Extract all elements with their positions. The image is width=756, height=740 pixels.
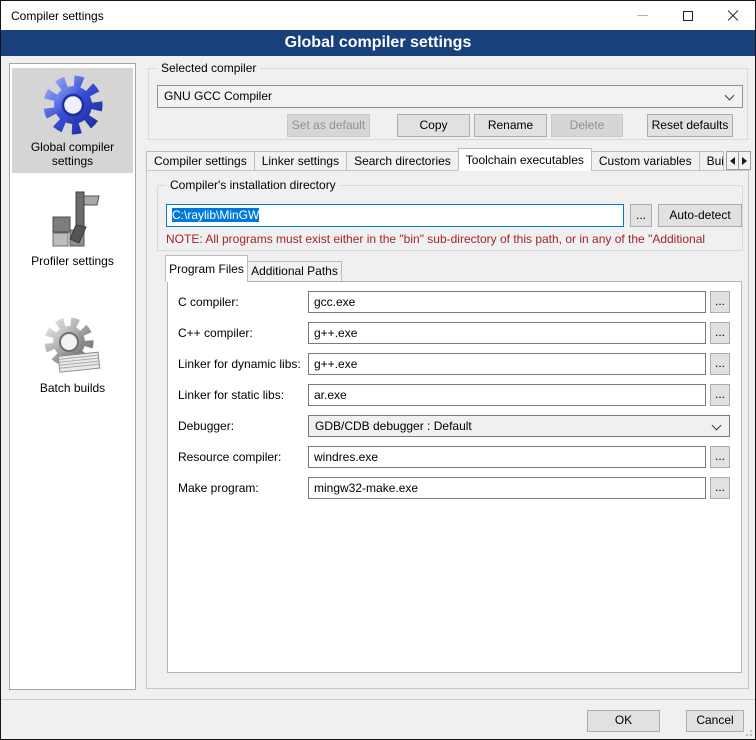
resource-compiler-label: Resource compiler: bbox=[178, 450, 281, 464]
dynamic-linker-browse-button[interactable]: ... bbox=[710, 353, 730, 375]
chevron-down-icon bbox=[725, 91, 735, 101]
gray-gear-stack-icon bbox=[41, 314, 105, 378]
resize-grip[interactable] bbox=[744, 728, 752, 736]
tab-build-options[interactable]: Build bbox=[699, 151, 724, 171]
make-program-input[interactable]: mingw32-make.exe bbox=[308, 477, 706, 499]
subtab-additional-paths[interactable]: Additional Paths bbox=[247, 261, 342, 282]
scroll-right-icon bbox=[742, 157, 747, 165]
tab-compiler-settings[interactable]: Compiler settings bbox=[146, 151, 255, 171]
selected-compiler-dropdown[interactable]: GNU GCC Compiler bbox=[157, 85, 743, 108]
installation-directory-input[interactable]: C:\raylib\MinGW bbox=[166, 204, 624, 227]
tab-custom-variables[interactable]: Custom variables bbox=[591, 151, 700, 171]
debugger-value: GDB/CDB debugger : Default bbox=[315, 419, 472, 433]
dynamic-linker-input[interactable]: g++.exe bbox=[308, 353, 706, 375]
rename-button[interactable]: Rename bbox=[474, 114, 547, 137]
field-value: windres.exe bbox=[314, 450, 378, 464]
field-value: gcc.exe bbox=[314, 295, 355, 309]
titlebar: Compiler settings bbox=[1, 1, 755, 30]
scroll-left-icon bbox=[730, 157, 735, 165]
delete-button[interactable]: Delete bbox=[551, 114, 623, 137]
resource-compiler-input[interactable]: windres.exe bbox=[308, 446, 706, 468]
window-controls bbox=[620, 1, 755, 30]
sidebar-item-batch-builds[interactable]: Batch builds bbox=[12, 309, 133, 400]
caliper-icon bbox=[41, 187, 105, 251]
c-compiler-input[interactable]: gcc.exe bbox=[308, 291, 706, 313]
browse-directory-button[interactable]: ... bbox=[630, 204, 652, 227]
cpp-compiler-input[interactable]: g++.exe bbox=[308, 322, 706, 344]
compiler-settings-dialog: Compiler settings Global compiler settin… bbox=[0, 0, 756, 740]
cpp-compiler-browse-button[interactable]: ... bbox=[710, 322, 730, 344]
maximize-icon bbox=[683, 11, 693, 21]
tab-scroll-arrows bbox=[727, 151, 751, 170]
field-value: ar.exe bbox=[314, 388, 347, 402]
settings-category-sidebar: Global compiler settings Profiler settin… bbox=[9, 63, 136, 690]
group-label: Compiler's installation directory bbox=[166, 178, 340, 193]
field-value: g++.exe bbox=[314, 326, 357, 340]
tab-toolchain-executables[interactable]: Toolchain executables bbox=[458, 148, 592, 171]
debugger-label: Debugger: bbox=[178, 419, 234, 433]
field-value: mingw32-make.exe bbox=[314, 481, 418, 495]
bin-subdirectory-note: NOTE: All programs must exist either in … bbox=[166, 232, 738, 246]
blue-gear-icon bbox=[41, 73, 105, 137]
c-compiler-label: C compiler: bbox=[178, 295, 239, 309]
copy-button[interactable]: Copy bbox=[397, 114, 470, 137]
selected-compiler-value: GNU GCC Compiler bbox=[164, 89, 272, 103]
sidebar-item-label: Global compiler settings bbox=[14, 140, 131, 168]
group-label: Selected compiler bbox=[157, 61, 260, 76]
ok-button[interactable]: OK bbox=[587, 710, 660, 732]
cpp-compiler-label: C++ compiler: bbox=[178, 326, 253, 340]
maximize-button[interactable] bbox=[665, 1, 710, 30]
selected-compiler-group: Selected compiler GNU GCC Compiler Set a… bbox=[148, 68, 748, 140]
tab-scroll-right-button[interactable] bbox=[738, 151, 751, 170]
close-icon bbox=[727, 10, 739, 22]
sidebar-item-label: Batch builds bbox=[14, 381, 131, 395]
sidebar-item-profiler-settings[interactable]: Profiler settings bbox=[12, 182, 133, 273]
minimize-icon bbox=[637, 15, 648, 16]
subtab-program-files[interactable]: Program Files bbox=[165, 255, 248, 282]
installation-directory-group: Compiler's installation directory C:\ray… bbox=[157, 185, 743, 251]
selected-text: C:\raylib\MinGW bbox=[172, 208, 259, 222]
chevron-down-icon bbox=[712, 421, 722, 431]
sidebar-item-global-compiler-settings[interactable]: Global compiler settings bbox=[12, 68, 133, 173]
dynamic-linker-label: Linker for dynamic libs: bbox=[178, 357, 301, 371]
footer-divider bbox=[1, 699, 755, 700]
static-linker-input[interactable]: ar.exe bbox=[308, 384, 706, 406]
tab-search-directories[interactable]: Search directories bbox=[346, 151, 459, 171]
cancel-button[interactable]: Cancel bbox=[686, 710, 744, 732]
field-value: g++.exe bbox=[314, 357, 357, 371]
minimize-button[interactable] bbox=[620, 1, 665, 30]
make-program-label: Make program: bbox=[178, 481, 259, 495]
c-compiler-browse-button[interactable]: ... bbox=[710, 291, 730, 313]
dialog-body: Global compiler settings Profiler settin… bbox=[1, 56, 755, 739]
tab-linker-settings[interactable]: Linker settings bbox=[254, 151, 347, 171]
dialog-header: Global compiler settings bbox=[1, 30, 755, 56]
make-program-browse-button[interactable]: ... bbox=[710, 477, 730, 499]
reset-defaults-button[interactable]: Reset defaults bbox=[647, 114, 733, 137]
static-linker-label: Linker for static libs: bbox=[178, 388, 284, 402]
resource-compiler-browse-button[interactable]: ... bbox=[710, 446, 730, 468]
debugger-dropdown[interactable]: GDB/CDB debugger : Default bbox=[308, 415, 730, 437]
set-as-default-button[interactable]: Set as default bbox=[287, 114, 370, 137]
static-linker-browse-button[interactable]: ... bbox=[710, 384, 730, 406]
toolchain-executables-panel: Compiler's installation directory C:\ray… bbox=[146, 170, 749, 689]
auto-detect-button[interactable]: Auto-detect bbox=[658, 204, 742, 227]
close-button[interactable] bbox=[710, 1, 755, 30]
settings-tabbar: Compiler settings Linker settings Search… bbox=[146, 148, 724, 171]
sidebar-item-label: Profiler settings bbox=[14, 254, 131, 268]
window-title: Compiler settings bbox=[1, 9, 104, 23]
program-files-panel: C compiler: gcc.exe ... C++ compiler: g+… bbox=[167, 281, 742, 673]
